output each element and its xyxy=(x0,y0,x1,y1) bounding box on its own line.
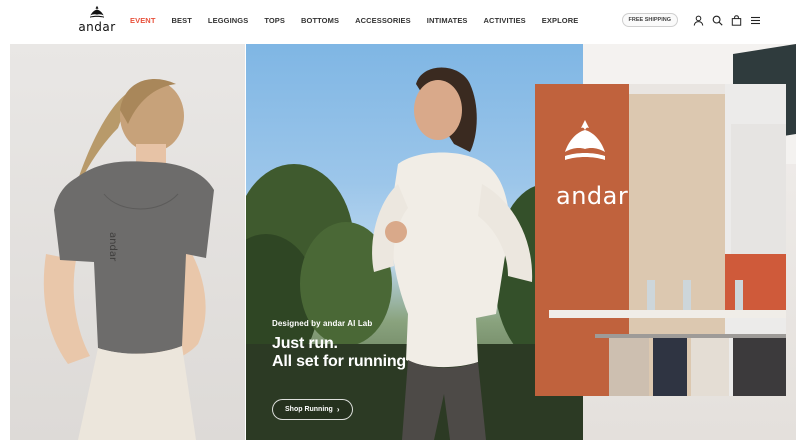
free-shipping-badge[interactable]: FREE SHIPPING xyxy=(621,13,678,27)
header-utilities: FREE SHIPPING xyxy=(621,11,762,29)
hero-title: Just run. All set for running xyxy=(272,335,472,371)
hero-title-line-2: All set for running xyxy=(272,353,406,370)
nav-item-event[interactable]: EVENT xyxy=(130,16,156,25)
search-icon[interactable] xyxy=(710,13,724,27)
nav-item-bottoms[interactable]: BOTTOMS xyxy=(301,16,339,25)
nav-item-explore[interactable]: EXPLORE xyxy=(542,16,579,25)
site-header: andar EVENT BEST LEGGINGS TOPS BOTTOMS A… xyxy=(0,0,796,40)
nav-item-tops[interactable]: TOPS xyxy=(264,16,285,25)
chevron-right-icon: › xyxy=(336,405,340,414)
shop-running-button[interactable]: Shop Running › xyxy=(272,399,353,420)
main-nav: EVENT BEST LEGGINGS TOPS BOTTOMS ACCESSO… xyxy=(130,13,594,27)
user-icon[interactable] xyxy=(691,13,705,27)
andar-logo-icon xyxy=(90,5,104,18)
nav-item-best[interactable]: BEST xyxy=(172,16,192,25)
shop-running-label: Shop Running xyxy=(285,406,333,413)
hero-panel-left[interactable]: andar xyxy=(10,44,245,440)
model-back-illustration: andar xyxy=(43,79,214,440)
nav-item-leggings[interactable]: LEGGINGS xyxy=(208,16,248,25)
bag-icon[interactable] xyxy=(729,13,743,27)
store-sign-photo: andar xyxy=(535,84,786,396)
nav-item-activities[interactable]: ACTIVITIES xyxy=(484,16,526,25)
hero-subtitle: Designed by andar AI Lab xyxy=(272,319,373,328)
store-sign-wordmark: andar xyxy=(556,182,629,210)
runner-scene-illustration xyxy=(246,67,583,440)
hero-title-line-1: Just run. xyxy=(272,335,338,352)
brand-logo[interactable]: andar xyxy=(76,5,118,35)
nav-item-intimates[interactable]: INTIMATES xyxy=(427,16,468,25)
svg-text:andar: andar xyxy=(107,232,118,262)
hero-copy: Designed by andar AI Lab Just run. All s… xyxy=(272,319,472,371)
hero-panel-running[interactable] xyxy=(246,44,583,440)
logo-wordmark: andar xyxy=(78,20,116,34)
store-interior-illustration xyxy=(535,84,786,396)
nav-item-accessories[interactable]: ACCESSORIES xyxy=(355,16,411,25)
menu-icon[interactable] xyxy=(748,13,762,27)
